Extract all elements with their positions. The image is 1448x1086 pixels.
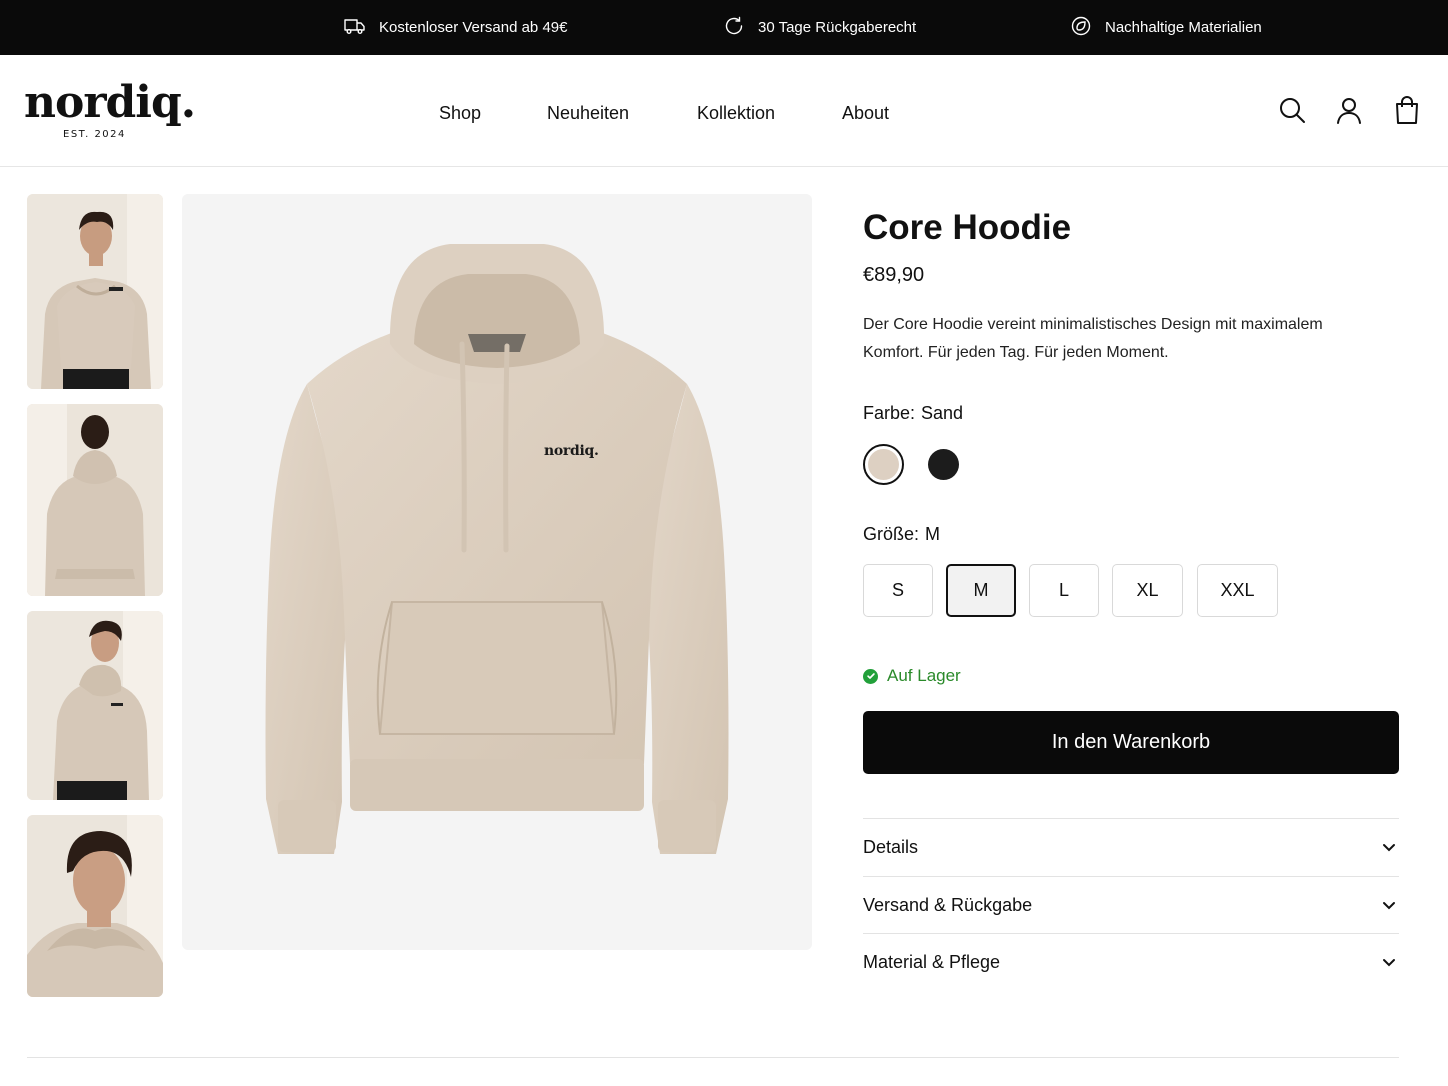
- accordion-material-care[interactable]: Material & Pflege: [863, 933, 1399, 990]
- brand-tagline: EST. 2024: [63, 129, 126, 140]
- size-label: Größe:: [863, 524, 920, 544]
- chevron-down-icon: [1383, 959, 1395, 967]
- color-value: Sand: [921, 403, 964, 423]
- product-main-image[interactable]: nordiq.: [182, 194, 812, 950]
- stock-text: Auf Lager: [887, 666, 961, 685]
- nav-shop[interactable]: Shop: [439, 103, 481, 124]
- announcement-text: 30 Tage Rückgaberecht: [758, 19, 917, 36]
- account-icon[interactable]: [1334, 95, 1364, 125]
- brand-logo[interactable]: nordiq. EST. 2024: [24, 77, 196, 141]
- announcement-returns: 30 Tage Rückgaberecht: [722, 0, 916, 55]
- shopping-bag-icon[interactable]: [1392, 95, 1422, 125]
- size-button-s[interactable]: S: [863, 564, 933, 617]
- return-icon: [722, 14, 746, 42]
- size-value: M: [925, 524, 941, 544]
- nav-about[interactable]: About: [842, 103, 889, 124]
- accordion-details[interactable]: Details: [863, 818, 1399, 875]
- add-to-cart-button[interactable]: In den Warenkorb: [863, 711, 1399, 774]
- hoodie-print-logo: nordiq.: [544, 443, 599, 459]
- footer-divider: [27, 1057, 1399, 1058]
- nav-neuheiten[interactable]: Neuheiten: [547, 103, 629, 124]
- search-icon[interactable]: [1277, 95, 1307, 125]
- size-button-l[interactable]: L: [1029, 564, 1099, 617]
- color-label: Farbe:: [863, 403, 916, 423]
- size-button-m[interactable]: M: [946, 564, 1016, 617]
- product-title: Core Hoodie: [863, 208, 1072, 247]
- thumbnail-side[interactable]: [27, 611, 163, 800]
- color-label-row: Farbe: Sand: [863, 403, 963, 424]
- accordion-shipping-returns[interactable]: Versand & Rückgabe: [863, 876, 1399, 933]
- thumbnail-portrait[interactable]: [27, 815, 163, 997]
- product-description: Der Core Hoodie vereint minimalistisches…: [863, 316, 1323, 361]
- announcement-bar: Kostenloser Versand ab 49€ 30 Tage Rückg…: [0, 0, 1448, 55]
- color-swatch-black[interactable]: [928, 449, 959, 480]
- announcement-text: Kostenloser Versand ab 49€: [379, 19, 568, 36]
- announcement-sustainable: Nachhaltige Materialien: [1069, 0, 1262, 55]
- site-header: nordiq. EST. 2024 Shop Neuheiten Kollekt…: [0, 55, 1448, 167]
- product-price: €89,90: [863, 264, 925, 286]
- swatch-fill: [868, 449, 899, 480]
- size-button-xl[interactable]: XL: [1112, 564, 1183, 617]
- leaf-badge-icon: [1069, 14, 1093, 42]
- size-button-xxl[interactable]: XXL: [1197, 564, 1278, 617]
- chevron-down-icon: [1383, 844, 1395, 852]
- accordion-label: Details: [863, 836, 919, 857]
- hoodie-illustration: [265, 244, 729, 854]
- thumbnail-front[interactable]: [27, 194, 163, 389]
- accordion-label: Versand & Rückgabe: [863, 894, 1033, 915]
- stock-status: Auf Lager: [863, 666, 961, 686]
- brand-name: nordiq.: [24, 77, 196, 128]
- nav-kollektion[interactable]: Kollektion: [697, 103, 775, 124]
- announcement-text: Nachhaltige Materialien: [1105, 19, 1262, 36]
- thumbnail-back[interactable]: [27, 404, 163, 596]
- truck-icon: [343, 14, 367, 42]
- announcement-shipping: Kostenloser Versand ab 49€: [343, 0, 567, 55]
- color-swatch-sand[interactable]: [863, 444, 904, 485]
- chevron-down-icon: [1383, 902, 1395, 910]
- accordion-label: Material & Pflege: [863, 951, 1001, 972]
- size-label-row: Größe: M: [863, 524, 940, 545]
- check-circle-icon: [863, 668, 878, 684]
